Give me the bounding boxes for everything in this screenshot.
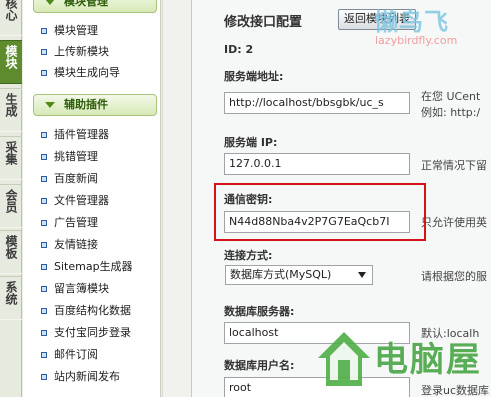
menu-item-file-manager[interactable]: 文件管理器 xyxy=(41,192,159,210)
menu-item-baidu-structured[interactable]: 百度结构化数据 xyxy=(41,302,159,320)
side-tab-label: 模块 xyxy=(4,45,18,69)
side-tab-label: 系统 xyxy=(4,281,18,305)
menu-item-ad-manage[interactable]: 广告管理 xyxy=(41,214,159,232)
bullet-icon xyxy=(41,330,47,336)
menu-item-label: 百度新闻 xyxy=(54,172,98,185)
menu-item-error-manage[interactable]: 挑错管理 xyxy=(41,148,159,166)
config-form: 修改接口配置 返回模块列表 ID: 2 服务端地址: http://localh… xyxy=(192,0,491,397)
menu-item-label: 文件管理器 xyxy=(54,194,109,207)
menu-item-label: 模块管理 xyxy=(54,24,98,37)
menu-item-label: 站内新闻发布 xyxy=(54,370,120,383)
watermark-lazybirdfly: 懒鸟飞 lazybirdfly.com xyxy=(374,0,483,52)
menu-item-label: 广告管理 xyxy=(54,216,98,229)
menu-item-mail-subscribe[interactable]: 邮件订阅 xyxy=(41,346,159,364)
page-title: 修改接口配置 xyxy=(224,15,303,30)
bullet-icon xyxy=(41,374,47,380)
menu-item-module-manage[interactable]: 模块管理 xyxy=(41,22,159,40)
side-tab-label: 模板 xyxy=(4,235,18,259)
side-tab-modules[interactable]: 模块 xyxy=(0,40,22,84)
menu-item-label: 模块生成向导 xyxy=(54,66,120,79)
comm-key-hint: 只允许使用英 xyxy=(421,216,487,229)
menu-item-friend-links[interactable]: 友情链接 xyxy=(41,236,159,254)
menu-item-alipay-login[interactable]: 支付宝同步登录 xyxy=(41,324,159,342)
bullet-icon xyxy=(41,198,47,204)
connect-method-hint: 请根据您的服 xyxy=(421,270,487,283)
watermark-logo-text: 懒鸟飞 xyxy=(374,8,449,36)
side-tab-templates[interactable]: 模板 xyxy=(0,230,22,274)
server-url-hint-example: 例如: http:/ xyxy=(421,106,481,119)
side-tab-label: 采集 xyxy=(4,141,18,165)
menu-item-label: 友情链接 xyxy=(54,238,98,251)
connect-method-label: 连接方式: xyxy=(224,249,273,262)
bullet-icon xyxy=(41,264,47,270)
bullet-icon xyxy=(41,154,47,160)
menu-item-label: 支付宝同步登录 xyxy=(54,326,131,339)
bullet-icon xyxy=(41,132,47,138)
side-tab-collect[interactable]: 采集 xyxy=(0,136,22,180)
side-tab-generate[interactable]: 生成 xyxy=(0,88,22,132)
menu-item-label: 上传新模块 xyxy=(54,45,109,58)
menu-item-label: 挑错管理 xyxy=(54,150,98,163)
menu-item-site-news[interactable]: 站内新闻发布 xyxy=(41,368,159,386)
bullet-icon xyxy=(41,176,47,182)
db-server-label: 数据库服务器: xyxy=(224,305,295,318)
menu-item-sitemap[interactable]: Sitemap生成器 xyxy=(41,258,159,276)
server-ip-input[interactable]: 127.0.0.1 xyxy=(224,153,410,175)
dropdown-arrow-icon xyxy=(358,272,366,278)
plugin-section-header[interactable]: 辅助插件 xyxy=(33,94,157,116)
house-logo-icon xyxy=(318,332,370,386)
left-menu: 模块管理 模块管理 上传新模块 模块生成向导 辅助插件 插件管理器 挑错管理 百… xyxy=(23,0,161,397)
id-label: ID: 2 xyxy=(224,43,254,56)
menu-item-label: 邮件订阅 xyxy=(54,348,98,361)
menu-item-plugin-manager[interactable]: 插件管理器 xyxy=(41,126,159,144)
connect-method-select[interactable]: 数据库方式(MySQL) xyxy=(225,265,373,285)
side-tab-system[interactable]: 系统 xyxy=(0,276,22,320)
watermark-diannaowu: 电脑屋 xyxy=(310,322,490,397)
section-title: 模块管理 xyxy=(64,0,108,8)
watermark-brand-text: 电脑屋 xyxy=(374,340,482,380)
splitter-column[interactable] xyxy=(162,0,192,397)
bullet-icon xyxy=(41,242,47,248)
watermark-url: lazybirdfly.com xyxy=(375,34,458,47)
bullet-icon xyxy=(41,308,47,314)
db-user-label: 数据库用户名: xyxy=(224,359,295,372)
highlight-annotation-box xyxy=(214,183,426,241)
select-value: 数据库方式(MySQL) xyxy=(230,268,332,281)
bullet-icon xyxy=(41,286,47,292)
section-title: 辅助插件 xyxy=(64,98,108,111)
server-ip-hint: 正常情况下留 xyxy=(421,159,487,172)
bullet-icon xyxy=(41,28,47,34)
menu-item-label: Sitemap生成器 xyxy=(54,260,133,273)
server-ip-label: 服务端 IP: xyxy=(224,136,278,149)
menu-item-module-wizard[interactable]: 模块生成向导 xyxy=(41,64,159,82)
side-tab-label: 核心 xyxy=(4,0,18,21)
side-tab-label: 会员 xyxy=(4,189,18,213)
side-tab-core[interactable]: 核心 xyxy=(0,0,22,36)
side-tab-bar: 核心 模块 生成 采集 会员 模板 系统 xyxy=(0,0,22,397)
collapse-triangle-icon xyxy=(45,0,55,5)
server-url-label: 服务端地址: xyxy=(224,70,284,83)
menu-item-upload-module[interactable]: 上传新模块 xyxy=(41,43,159,61)
menu-item-guestbook[interactable]: 留言簿模块 xyxy=(41,280,159,298)
collapse-triangle-icon xyxy=(45,102,55,108)
menu-item-label: 留言簿模块 xyxy=(54,282,109,295)
bullet-icon xyxy=(41,49,47,55)
menu-item-baidu-news[interactable]: 百度新闻 xyxy=(41,170,159,188)
bullet-icon xyxy=(41,352,47,358)
module-section-header[interactable]: 模块管理 xyxy=(33,0,157,13)
bullet-icon xyxy=(41,220,47,226)
server-url-hint: 在您 UCent xyxy=(421,90,481,103)
menu-item-label: 插件管理器 xyxy=(54,128,109,141)
side-tab-label: 生成 xyxy=(4,93,18,117)
menu-item-label: 百度结构化数据 xyxy=(54,304,131,317)
server-url-input[interactable]: http://localhost/bbsgbk/uc_s xyxy=(224,92,410,114)
bullet-icon xyxy=(41,70,47,76)
side-tab-members[interactable]: 会员 xyxy=(0,184,22,228)
